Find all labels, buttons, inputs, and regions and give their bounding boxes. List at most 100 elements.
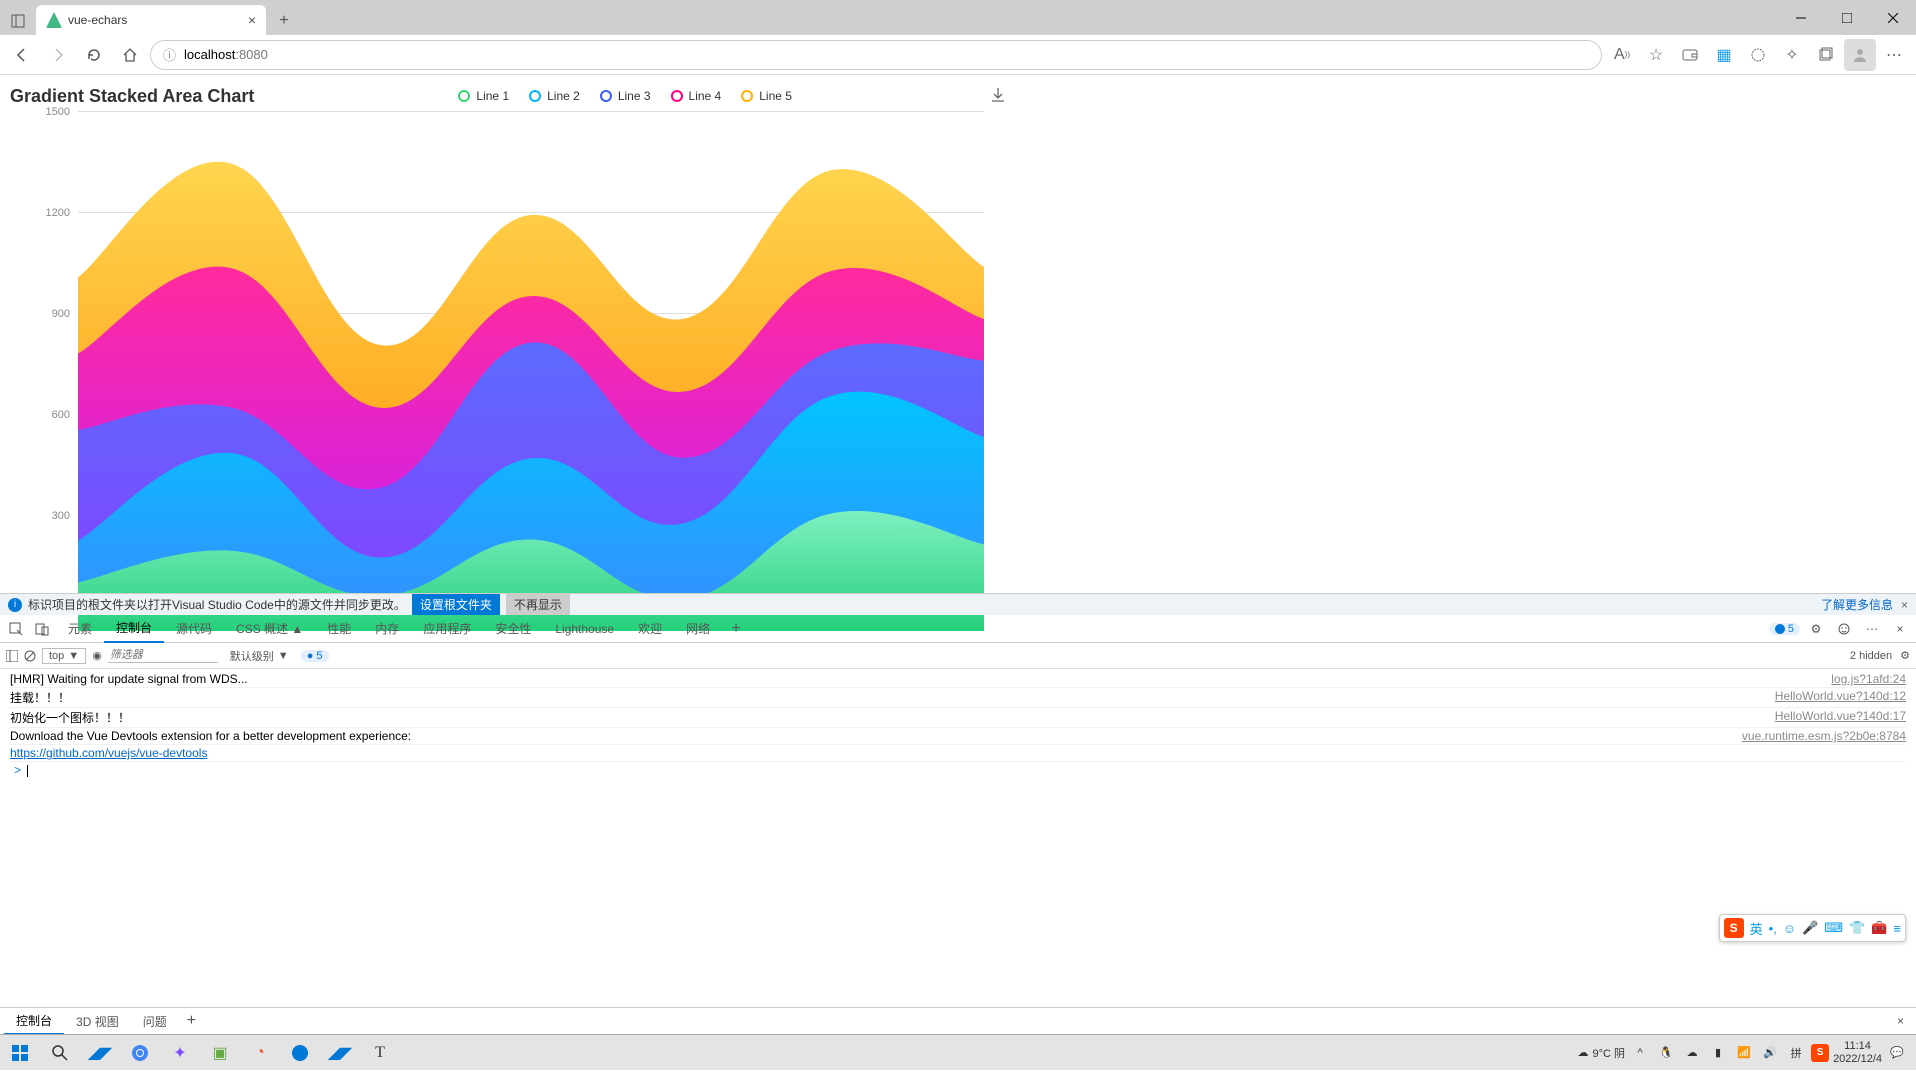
tray-volume-icon[interactable]: 🔊 — [1759, 1042, 1781, 1064]
devtools-tab[interactable]: 性能 — [315, 615, 363, 643]
ime-emoji-icon[interactable]: ☺ — [1783, 921, 1796, 936]
clock[interactable]: 11:14 2022/12/4 — [1833, 1040, 1882, 1064]
twitter-icon[interactable]: ▦ — [1708, 39, 1740, 71]
console-link[interactable]: https://github.com/vuejs/vue-devtools — [10, 746, 207, 760]
close-notification-icon[interactable]: × — [1901, 598, 1908, 612]
forward-button[interactable] — [42, 39, 74, 71]
favorites-bar-icon[interactable]: ✧ — [1776, 39, 1808, 71]
menu-button[interactable]: ⋯ — [1878, 39, 1910, 71]
devtools-tab[interactable]: 内存 — [363, 615, 411, 643]
vscode-icon[interactable]: ◢◤ — [80, 1035, 120, 1071]
site-info-icon[interactable]: ⓘ — [163, 45, 176, 64]
devtools-tab[interactable]: CSS 概述 ▲ — [224, 615, 315, 643]
console-source-link[interactable]: log.js?1afd:24 — [1831, 672, 1906, 686]
refresh-button[interactable] — [78, 39, 110, 71]
console-settings-icon[interactable]: ⚙ — [1900, 649, 1910, 662]
devtools-tab[interactable]: 控制台 — [104, 615, 164, 643]
back-button[interactable] — [6, 39, 38, 71]
notifications-icon[interactable]: 💬 — [1886, 1042, 1908, 1064]
text-app-icon[interactable]: T — [360, 1035, 400, 1071]
extension-icon[interactable] — [1742, 39, 1774, 71]
weather-text[interactable]: 9°C 阴 — [1593, 1045, 1626, 1061]
ime-skin-icon[interactable]: 👕 — [1849, 920, 1865, 936]
message-count[interactable]: ● 5 — [301, 650, 329, 662]
add-tab-button[interactable]: + — [724, 617, 748, 641]
tray-app-icon[interactable]: 🐧 — [1655, 1042, 1677, 1064]
chrome-icon[interactable] — [120, 1035, 160, 1071]
tray-cloud-icon[interactable]: ☁ — [1681, 1042, 1703, 1064]
legend-item[interactable]: Line 3 — [600, 89, 651, 103]
search-button[interactable] — [40, 1035, 80, 1071]
download-icon[interactable] — [990, 87, 1006, 103]
context-dropdown[interactable]: top▼ — [42, 648, 86, 664]
ime-voice-icon[interactable]: 🎤 — [1802, 920, 1818, 936]
favorite-icon[interactable]: ☆ — [1640, 39, 1672, 71]
console-source-link[interactable]: vue.runtime.esm.js?2b0e:8784 — [1742, 729, 1906, 743]
minimize-button[interactable] — [1778, 0, 1824, 35]
devtools-tab[interactable]: Lighthouse — [543, 615, 626, 643]
learn-more-link[interactable]: 了解更多信息 — [1821, 596, 1893, 613]
tray-expand-icon[interactable]: ^ — [1629, 1042, 1651, 1064]
drawer-tab[interactable]: 控制台 — [4, 1008, 64, 1035]
legend-item[interactable]: Line 4 — [671, 89, 722, 103]
device-toggle-icon[interactable] — [30, 617, 54, 641]
devtools-tab[interactable]: 应用程序 — [411, 615, 483, 643]
legend-item[interactable]: Line 1 — [458, 89, 509, 103]
close-button[interactable] — [1870, 0, 1916, 35]
home-button[interactable] — [114, 39, 146, 71]
drawer-tab[interactable]: 3D 视图 — [64, 1008, 131, 1035]
devtools-tab[interactable]: 欢迎 — [626, 615, 674, 643]
wallet-icon[interactable] — [1674, 39, 1706, 71]
read-aloud-icon[interactable]: A)) — [1606, 39, 1638, 71]
weather-icon[interactable]: ☁ — [1578, 1046, 1589, 1059]
legend-item[interactable]: Line 5 — [741, 89, 792, 103]
filter-input[interactable] — [108, 648, 218, 663]
drawer-add-icon[interactable]: + — [179, 1012, 204, 1030]
ime-keyboard-icon[interactable]: ⌨ — [1824, 920, 1843, 936]
tray-wifi-icon[interactable]: 📶 — [1733, 1042, 1755, 1064]
tray-ime-state-icon[interactable]: 拼 — [1785, 1042, 1807, 1064]
more-icon[interactable]: ⋯ — [1860, 617, 1884, 641]
edge-icon[interactable] — [280, 1035, 320, 1071]
browser-tab[interactable]: vue-echars × — [36, 5, 266, 35]
devtools-tab[interactable]: 网络 — [674, 615, 722, 643]
vscode-icon-2[interactable]: ◢◤ — [320, 1035, 360, 1071]
hidden-count[interactable]: 2 hidden — [1850, 650, 1892, 662]
drawer-tab[interactable]: 问题 — [131, 1008, 179, 1035]
profile-button[interactable] — [1844, 39, 1876, 71]
issues-count[interactable]: 5 — [1769, 623, 1800, 635]
app-icon-2[interactable]: ▣ — [200, 1035, 240, 1071]
inspect-element-icon[interactable] — [4, 617, 28, 641]
live-expression-icon[interactable]: ◉ — [92, 649, 102, 662]
devtools-tab[interactable]: 源代码 — [164, 615, 224, 643]
new-tab-button[interactable]: + — [270, 7, 298, 35]
ime-tool-icon[interactable]: 🧰 — [1871, 920, 1887, 936]
console-source-link[interactable]: HelloWorld.vue?140d:12 — [1775, 689, 1906, 706]
clear-console-icon[interactable] — [24, 650, 36, 662]
devtools-tab[interactable]: 安全性 — [483, 615, 543, 643]
tab-panel-button[interactable] — [4, 7, 32, 35]
feedback-icon[interactable] — [1832, 617, 1856, 641]
dont-show-button[interactable]: 不再显示 — [506, 594, 570, 615]
app-icon-1[interactable]: ✦ — [160, 1035, 200, 1071]
ime-lang[interactable]: 英 — [1750, 919, 1763, 938]
settings-icon[interactable]: ⚙ — [1804, 617, 1828, 641]
devtools-close-icon[interactable]: × — [1888, 617, 1912, 641]
maximize-button[interactable] — [1824, 0, 1870, 35]
tray-sogou-icon[interactable]: S — [1811, 1044, 1829, 1062]
toggle-sidebar-icon[interactable] — [6, 650, 18, 662]
set-root-button[interactable]: 设置根文件夹 — [412, 594, 500, 615]
url-input[interactable]: ⓘ localhost:8080 — [150, 40, 1602, 70]
legend-item[interactable]: Line 2 — [529, 89, 580, 103]
devtools-tab[interactable]: 元素 — [56, 615, 104, 643]
drawer-close-icon[interactable]: × — [1889, 1014, 1912, 1028]
ime-settings-icon[interactable]: ≡ — [1893, 921, 1901, 936]
collections-icon[interactable] — [1810, 39, 1842, 71]
start-button[interactable] — [0, 1035, 40, 1071]
tab-close-icon[interactable]: × — [248, 12, 256, 28]
console-prompt[interactable]: > — [10, 762, 1906, 780]
ime-toolbar[interactable]: S 英 •, ☺ 🎤 ⌨ 👕 🧰 ≡ — [1719, 914, 1906, 942]
ime-punct-icon[interactable]: •, — [1769, 921, 1777, 936]
level-dropdown[interactable]: 默认级别▼ — [224, 647, 295, 665]
console-source-link[interactable]: HelloWorld.vue?140d:17 — [1775, 709, 1906, 726]
